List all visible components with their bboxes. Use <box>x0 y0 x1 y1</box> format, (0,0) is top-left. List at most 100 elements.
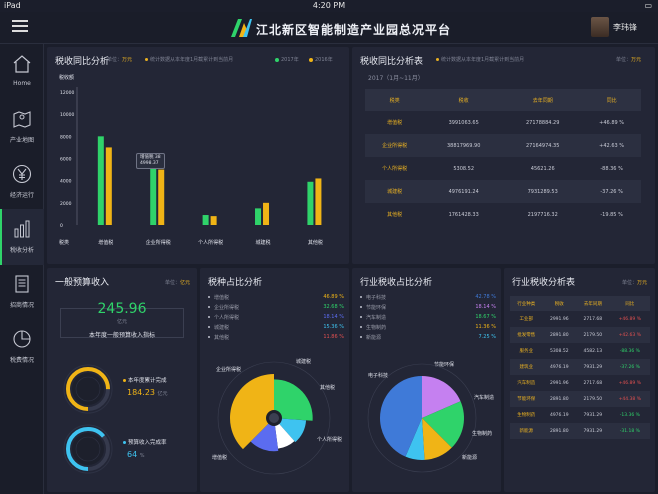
cell-last-year: 7931.29 <box>576 423 610 439</box>
battery-indicator: ▭ <box>644 1 652 10</box>
bar-tooltip: 增值税 38 4998.37 <box>136 153 165 169</box>
table-row[interactable]: 生物制药 4976.19 7931.29 -13.36 % <box>510 407 650 423</box>
sidebar-item-tax-analysis[interactable]: 税收分析 <box>0 209 44 265</box>
completed-ring <box>63 364 113 414</box>
column-header: 税收 <box>424 89 504 111</box>
cell-last-year: 2197716.32 <box>527 211 558 218</box>
cell-tax: 1761428.33 <box>448 211 479 218</box>
y-tick-label: 10000 <box>60 112 74 118</box>
cell-tax: 4976191.24 <box>424 180 504 203</box>
x-axis-label: 税类 <box>59 239 69 246</box>
tax-compare-panel: 税收同比分析 单位：万元 统计数据从本年度1月截累计到当前月 2017年 201… <box>47 47 349 264</box>
column-header: 同比 <box>609 296 650 311</box>
bar-chart-icon <box>14 220 30 238</box>
cell-tax: 3991063.65 <box>448 119 479 126</box>
cell-category: 服务业 <box>519 349 533 354</box>
table-row[interactable]: 增值税 3991063.65 27178884.29 +46.89 % <box>365 111 641 134</box>
map-pin-icon <box>13 111 31 128</box>
column-header: 去年同期 <box>503 89 583 111</box>
pie-label: 生物制药 <box>472 431 493 437</box>
cell-last-year: 2717.68 <box>583 380 603 386</box>
unit-label: 单位：万元 <box>622 280 648 286</box>
cell-tax: 2891.80 <box>542 391 577 407</box>
cell-tax: 2991.96 <box>549 316 569 322</box>
cell-category: 节能环保 <box>510 391 543 407</box>
cell-tax: 4976.19 <box>549 412 569 418</box>
sidebar-item-label: 税收分析 <box>9 247 34 254</box>
sidebar-item-industry-map[interactable]: 产业地图 <box>0 99 44 155</box>
rate-value: 64 % <box>127 450 145 459</box>
bar[interactable] <box>315 178 322 225</box>
x-tick-label: 其他税 <box>308 239 323 246</box>
table-row[interactable]: 其他税 1761428.33 2197716.32 -19.85 % <box>365 203 641 226</box>
cell-category: 增值税 <box>387 120 403 126</box>
cell-tax: 2891.80 <box>542 327 577 343</box>
table-row[interactable]: 工业部 2991.96 2717.68 +46.89 % <box>510 311 650 327</box>
y-axis-label: 税收额 <box>59 74 74 81</box>
cell-last-year: 2179.50 <box>576 391 610 407</box>
app-logo-icon <box>231 19 252 37</box>
cell-category: 个人所得税 <box>382 166 408 172</box>
sidebar-item-economy[interactable]: 经济运行 <box>0 154 44 210</box>
table-row[interactable]: 建筑业 4976.19 7931.29 -37.26 % <box>510 359 650 375</box>
y-tick-label: 8000 <box>60 134 72 140</box>
cell-last-year: 27178884.29 <box>525 119 560 126</box>
sidebar-item-label: 经济运行 <box>9 192 34 199</box>
cell-tax: 5308.52 <box>549 348 569 354</box>
table-row[interactable]: 新能源 2891.80 7931.29 -31.18 % <box>510 423 650 439</box>
table-row[interactable]: 批发零售 2891.80 2179.50 +42.63 % <box>510 327 650 343</box>
cell-yoy: +42.63 % <box>609 327 650 343</box>
bar[interactable] <box>210 216 217 225</box>
cell-yoy: -37.26 % <box>609 359 650 375</box>
pie-label: 其他税 <box>320 385 336 391</box>
sidebar-item-home[interactable]: Home <box>0 44 44 100</box>
industry-table: 行业种类 税收 去年同期 同比 工业部 2991.96 2717.68 +46.89 … <box>510 296 650 439</box>
cell-yoy: -13.36 % <box>619 412 640 418</box>
cell-last-year: 27164974.35 <box>503 134 583 157</box>
cell-yoy: +46.89 % <box>618 316 641 322</box>
bar[interactable] <box>150 166 157 225</box>
cell-category: 企业所得税 <box>365 134 425 157</box>
cell-yoy: +46.89 % <box>599 119 625 126</box>
bar[interactable] <box>105 147 112 225</box>
menu-button[interactable] <box>12 20 28 34</box>
unit-label: 单位：亿元 <box>165 280 191 286</box>
table-row[interactable]: 节能环保 2891.80 2179.50 +44.38 % <box>510 391 650 407</box>
tax-table: 税类 税收 去年同期 同比 增值税 3991063.65 27178884.29 +4… <box>365 89 641 226</box>
cell-category: 批发零售 <box>510 327 543 343</box>
cell-yoy: +44.38 % <box>609 391 650 407</box>
bar[interactable] <box>97 136 104 225</box>
table-row[interactable]: 城建税 4976191.24 7931289.53 -37.26 % <box>365 180 641 203</box>
cell-category: 工业部 <box>519 317 533 322</box>
table-row[interactable]: 企业所得税 38817969.90 27164974.35 +42.63 % <box>365 134 641 157</box>
budget-panel: 一般预算收入 单位：亿元 245.96 亿元 本年度一般预算收入指标 本年度累计… <box>47 268 197 492</box>
cell-tax: 38817969.90 <box>424 134 504 157</box>
table-row[interactable]: 服务业 5308.52 4582.13 -88.36 % <box>510 343 650 359</box>
pie-hole-center <box>269 413 279 423</box>
pie-label: 新能源 <box>462 455 478 461</box>
pie-label: 城建税 <box>296 359 312 365</box>
y-tick-label: 12000 <box>60 90 74 96</box>
home-icon <box>13 55 31 73</box>
top-bar: 江北新区智能制造产业园总况平台 李玮锋 <box>0 12 658 44</box>
cell-last-year: 2717.68 <box>583 316 603 322</box>
user-name[interactable]: 李玮锋 <box>613 22 637 33</box>
cell-last-year: 4582.13 <box>583 348 603 354</box>
bar-chart: 税收额税类 12000 10000 8000 6000 4000 2000 0 增值税 企业所得税… <box>59 74 323 246</box>
bar[interactable] <box>158 169 165 225</box>
sidebar-item-fees[interactable]: 税费情况 <box>0 319 44 375</box>
document-icon <box>15 275 29 293</box>
column-header: 同比 <box>582 89 641 111</box>
bar[interactable] <box>255 208 262 225</box>
cell-yoy: -88.36 % <box>619 348 640 354</box>
table-row[interactable]: 汽车制造 2991.96 2717.68 +46.89 % <box>510 375 650 391</box>
bar[interactable] <box>202 215 209 225</box>
sidebar-item-investment[interactable]: 招商情况 <box>0 264 44 320</box>
bar[interactable] <box>307 181 314 225</box>
avatar[interactable] <box>591 17 609 37</box>
bar[interactable] <box>263 202 270 225</box>
app-title: 江北新区智能制造产业园总况平台 <box>256 23 452 37</box>
cell-last-year: 7931.29 <box>576 359 610 375</box>
table-row[interactable]: 个人所得税 5308.52 45621.26 -88.36 % <box>365 157 641 180</box>
period-label: 2017（1月~11月） <box>368 75 424 82</box>
